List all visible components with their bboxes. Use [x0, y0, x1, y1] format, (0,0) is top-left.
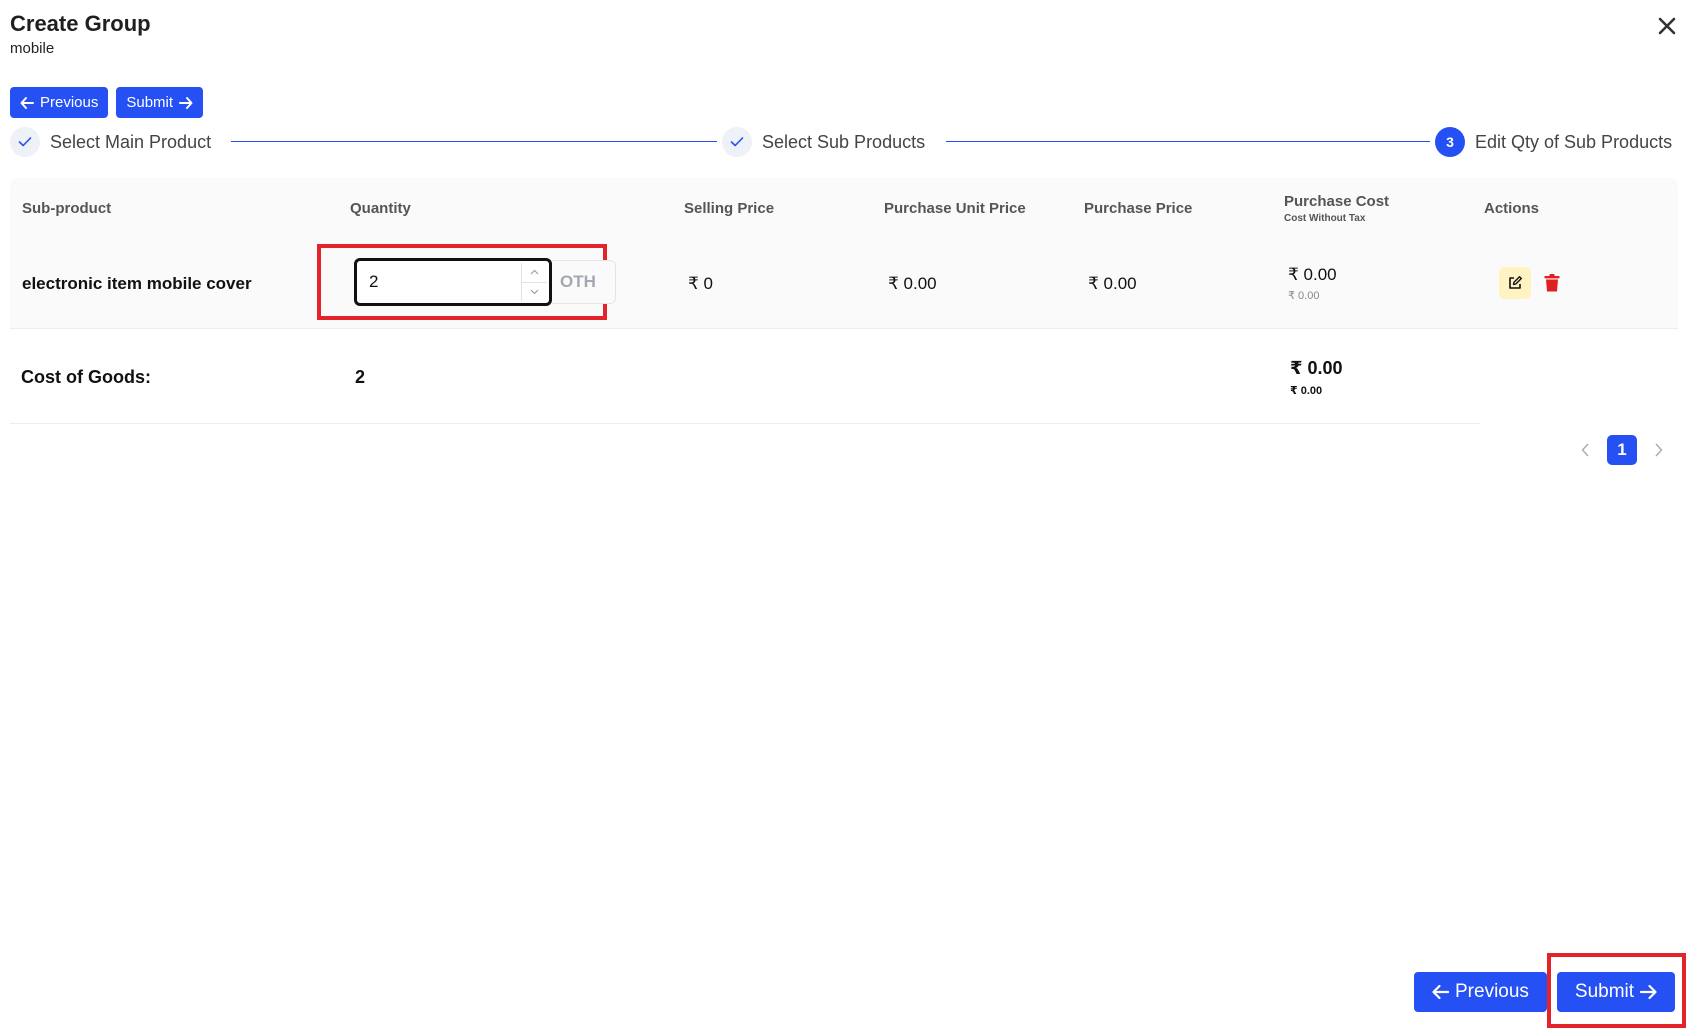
table-header: Sub-product Quantity Selling Price Purch…: [10, 178, 1678, 238]
quantity-stepper[interactable]: [521, 263, 547, 301]
page-number[interactable]: 1: [1607, 435, 1637, 465]
summary-quantity: 2: [355, 366, 366, 387]
step-edit-qty[interactable]: 3 Edit Qty of Sub Products: [1435, 127, 1672, 157]
summary-label: Cost of Goods:: [21, 366, 151, 387]
table-row: electronic item mobile cover ₹ 0 ₹ 0.00 …: [10, 238, 1678, 329]
prev-page-button[interactable]: [1575, 436, 1595, 464]
step-connector: [946, 141, 1430, 142]
purchase-cost-value: ₹ 0.00: [1288, 265, 1337, 284]
close-icon: [1658, 17, 1676, 35]
column-header-purchase-price: Purchase Price: [1084, 199, 1193, 217]
chevron-down-icon: [530, 289, 539, 295]
modal-header: Create Group mobile: [10, 10, 151, 57]
purchase-cost: ₹ 0.00 ₹ 0.00: [1288, 238, 1337, 329]
arrow-right-icon: [179, 96, 193, 109]
chevron-left-icon: [1581, 443, 1589, 457]
unit-addon: OTH: [552, 260, 616, 304]
summary-cost: ₹ 0.00 ₹ 0.00: [1290, 330, 1343, 424]
quantity-field[interactable]: [354, 258, 552, 306]
summary-cost-without-tax: ₹ 0.00: [1290, 384, 1323, 397]
check-icon: [730, 137, 744, 147]
step-label: Select Main Product: [50, 131, 212, 152]
previous-label: Previous: [1455, 981, 1529, 1002]
submit-label: Submit: [126, 94, 174, 111]
purchase-unit-price: ₹ 0.00: [888, 273, 937, 293]
edit-button[interactable]: [1499, 267, 1531, 299]
submit-button-top[interactable]: Submit: [116, 87, 204, 118]
previous-label: Previous: [40, 94, 99, 111]
stepper: Select Main Product Select Sub Products …: [10, 127, 1680, 157]
column-header-purchase-cost: Purchase Cost Cost Without Tax: [1284, 178, 1389, 238]
sub-product-name: electronic item mobile cover: [22, 273, 252, 293]
step-circle: [722, 127, 752, 157]
page-subtitle: mobile: [10, 40, 55, 57]
decrement-button[interactable]: [522, 283, 547, 302]
edit-icon: [1509, 276, 1522, 289]
step-select-sub-products[interactable]: Select Sub Products: [722, 127, 925, 157]
step-select-main-product[interactable]: Select Main Product: [10, 127, 211, 157]
increment-button[interactable]: [522, 263, 547, 283]
next-page-button[interactable]: [1649, 436, 1669, 464]
arrow-left-icon: [1432, 984, 1449, 1000]
summary-cost-value: ₹ 0.00: [1290, 357, 1343, 378]
arrow-left-icon: [20, 96, 34, 109]
delete-button[interactable]: [1540, 267, 1564, 299]
page-title: Create Group: [10, 11, 151, 36]
selling-price: ₹ 0: [688, 273, 713, 293]
column-header-selling-price: Selling Price: [684, 199, 775, 217]
submit-highlight-box: [1547, 953, 1686, 1028]
top-actions: Previous Submit: [10, 87, 204, 118]
close-button[interactable]: [1655, 14, 1679, 38]
trash-icon: [1544, 274, 1560, 292]
step-circle: [10, 127, 40, 157]
pagination: 1: [1575, 435, 1669, 465]
column-header-sub-product: Sub-product: [22, 199, 112, 217]
purchase-cost-label: Purchase Cost: [1284, 192, 1390, 210]
cost-of-goods-summary: Cost of Goods: 2 ₹ 0.00 ₹ 0.00: [10, 330, 1480, 424]
step-label: Edit Qty of Sub Products: [1475, 131, 1673, 152]
purchase-cost-sublabel: Cost Without Tax: [1284, 212, 1366, 224]
sub-products-table: Sub-product Quantity Selling Price Purch…: [10, 178, 1678, 329]
chevron-right-icon: [1655, 443, 1663, 457]
previous-button-bottom[interactable]: Previous: [1414, 972, 1547, 1012]
previous-button-top[interactable]: Previous: [10, 87, 109, 118]
step-connector: [231, 141, 717, 142]
step-number: 3: [1435, 127, 1465, 157]
step-label: Select Sub Products: [762, 131, 926, 152]
purchase-cost-without-tax: ₹ 0.00: [1288, 290, 1320, 302]
check-icon: [18, 137, 32, 147]
column-header-purchase-unit-price: Purchase Unit Price: [884, 199, 1026, 217]
chevron-up-icon: [530, 269, 539, 275]
column-header-quantity: Quantity: [350, 199, 411, 217]
purchase-price: ₹ 0.00: [1088, 273, 1137, 293]
column-header-actions: Actions: [1484, 199, 1540, 217]
quantity-input[interactable]: [357, 272, 517, 292]
